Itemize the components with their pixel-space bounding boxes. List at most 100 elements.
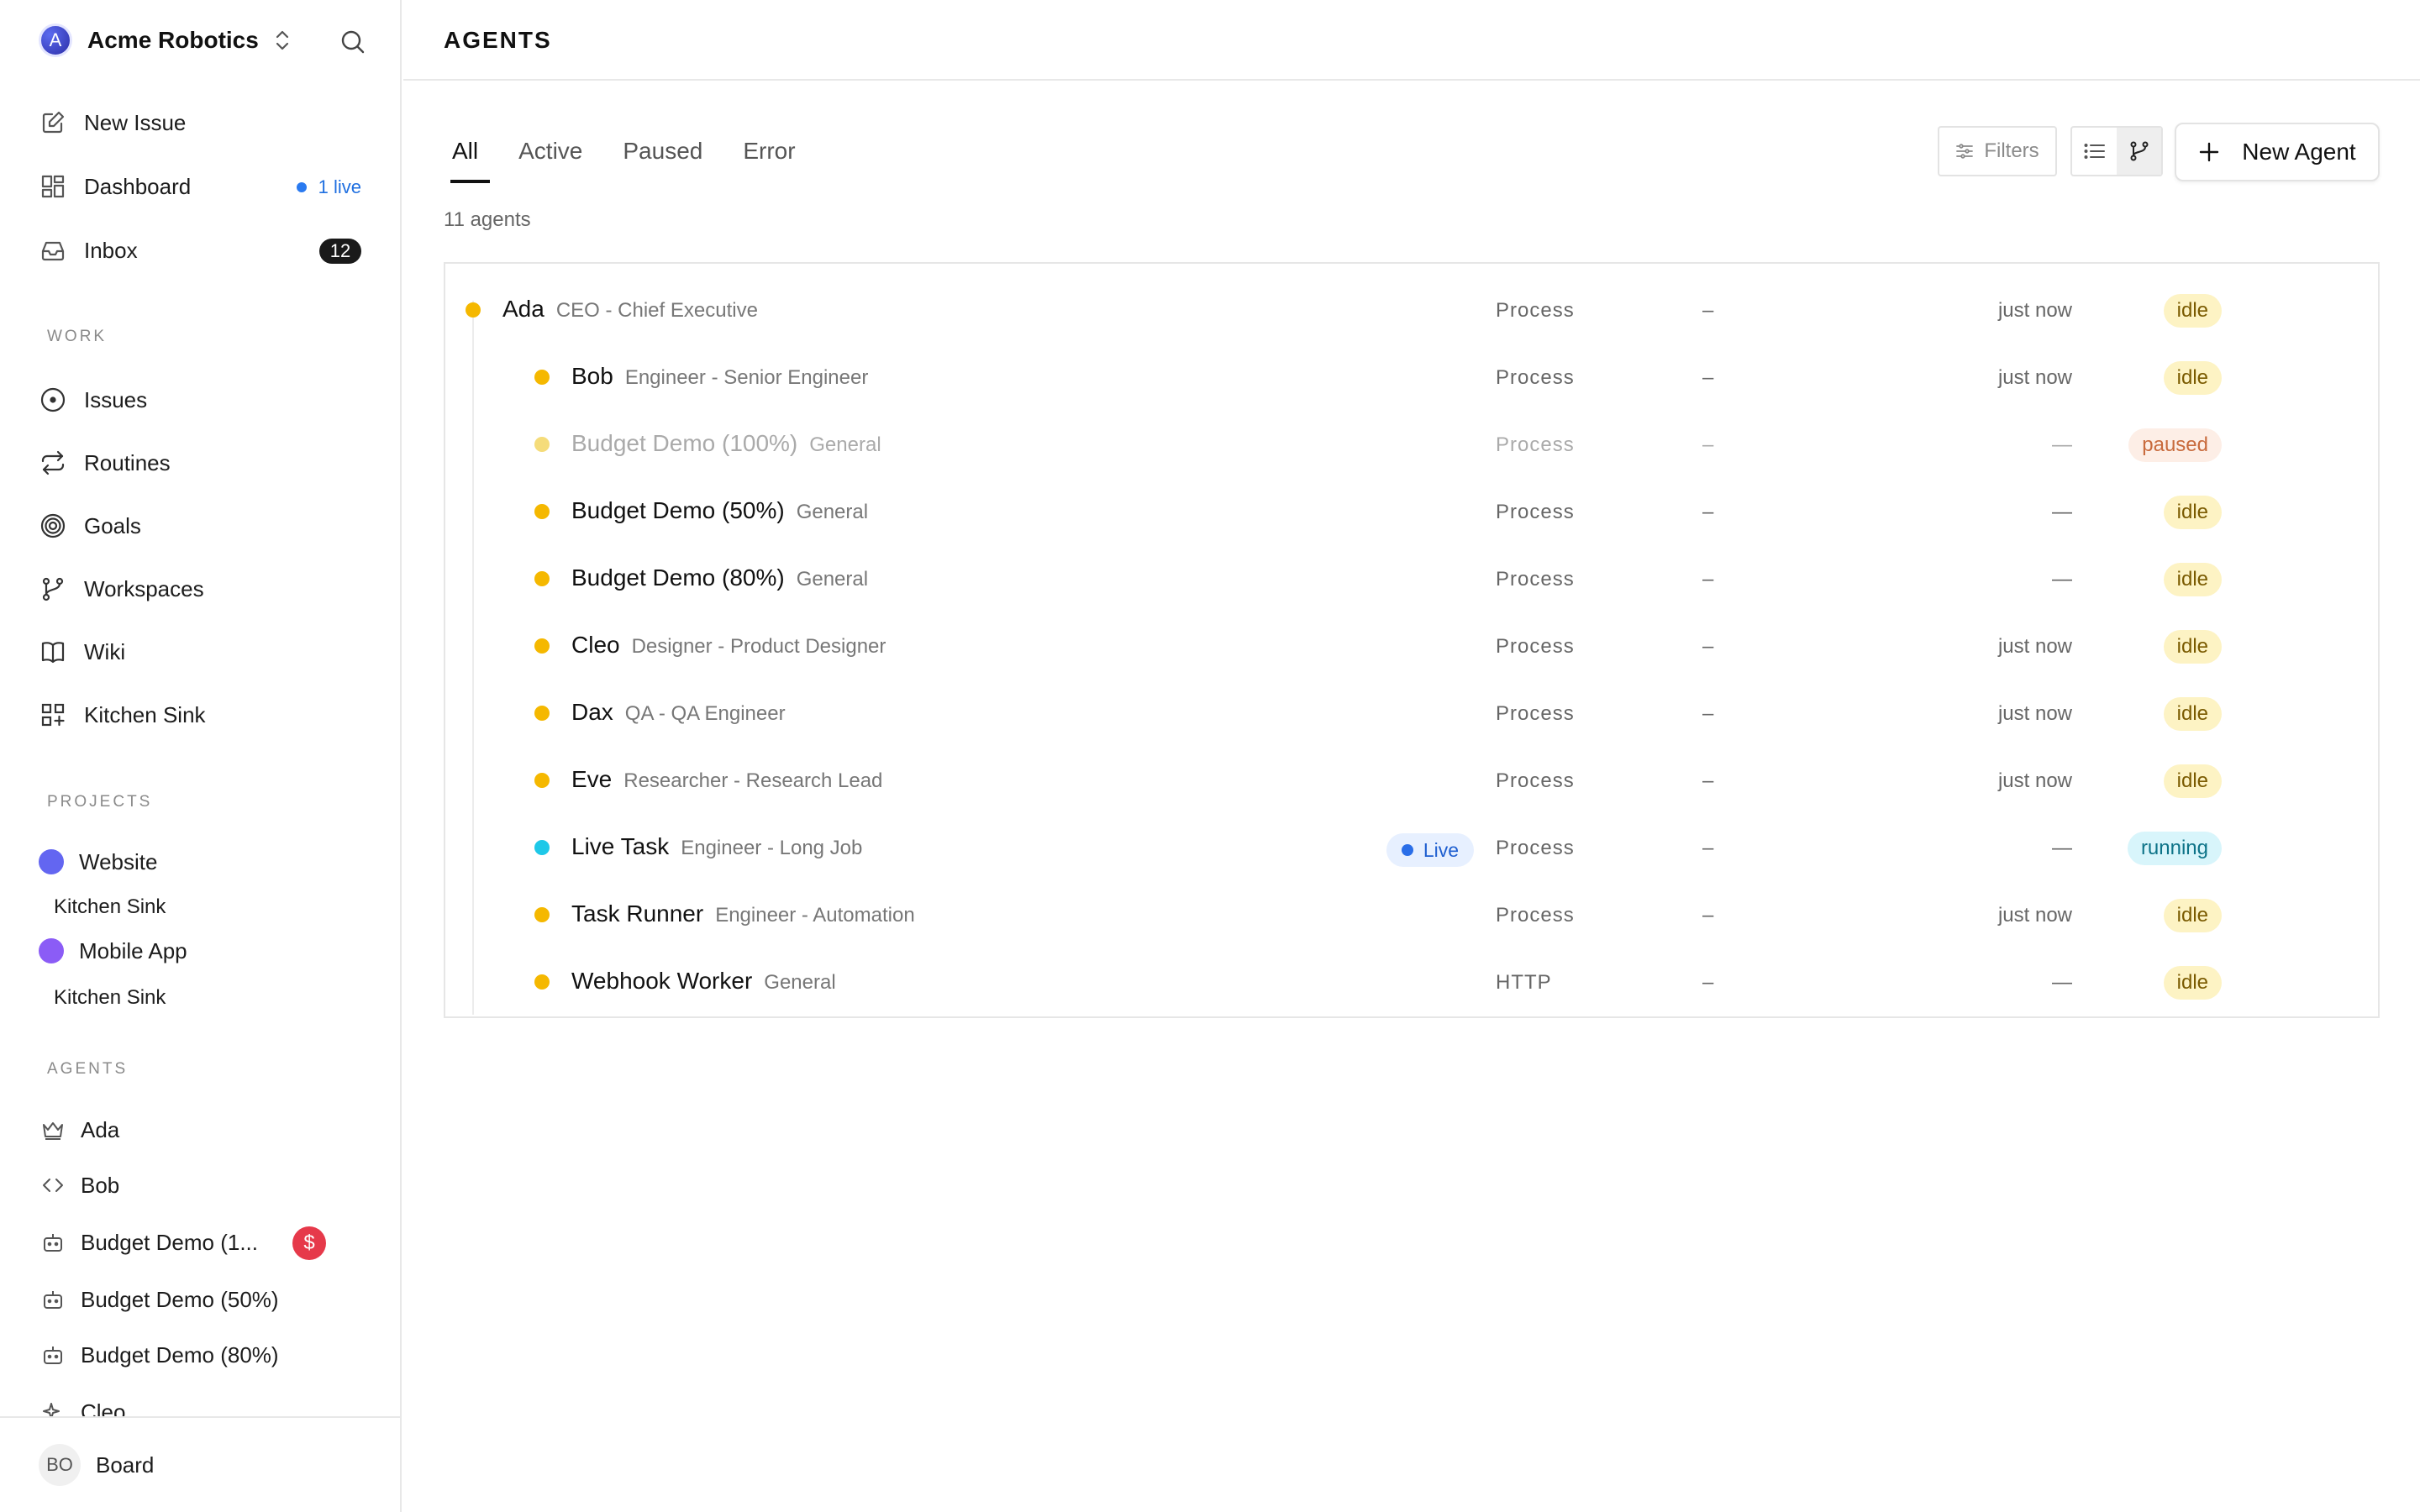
agent-name: Eve (571, 766, 613, 792)
project-sub-item[interactable]: Kitchen Sink (54, 895, 166, 919)
status-dot-icon (534, 571, 550, 586)
agent-name-cell[interactable]: Bob Engineer - Senior Engineer (571, 363, 868, 390)
user-menu[interactable]: BO Board (39, 1443, 154, 1487)
nav-issues[interactable]: Issues (39, 378, 375, 422)
nav-label: Ada (81, 1116, 120, 1142)
agent-name: Webhook Worker (571, 968, 753, 994)
nav-inbox[interactable]: Inbox 12 (39, 228, 375, 272)
agent-name: Dax (571, 699, 613, 725)
nav-dashboard[interactable]: Dashboard 1 live (39, 165, 375, 208)
git-branch-icon (2130, 141, 2148, 161)
nav-wiki[interactable]: Wiki (39, 630, 375, 674)
filters-button[interactable]: Filters (1938, 126, 2057, 176)
nav-label: Issues (84, 386, 148, 412)
org-name: Acme Robotics (87, 27, 259, 53)
nav-routines[interactable]: Routines (39, 441, 375, 485)
sidebar-agent-budget-demo-80[interactable]: Budget Demo (80%) (39, 1334, 375, 1376)
status-dot-icon (534, 437, 550, 452)
table-row[interactable]: Eve Researcher - Research Lead Process – jus… (445, 744, 2378, 811)
nav-label: Budget Demo (1... (81, 1229, 258, 1255)
agent-name-cell[interactable]: Budget Demo (50%) General (571, 497, 868, 524)
search-button[interactable] (336, 25, 370, 59)
nav-label: Budget Demo (80%) (81, 1341, 279, 1368)
nav-label: Bob (81, 1172, 120, 1198)
table-row[interactable]: Cleo Designer - Product Designer Process – j… (445, 610, 2378, 677)
sidebar-agent-budget-demo-100[interactable]: Budget Demo (1... $ (39, 1221, 375, 1263)
agent-name-cell[interactable]: Cleo Designer - Product Designer (571, 632, 886, 659)
tree-view-button[interactable] (2117, 128, 2161, 175)
agent-name-cell[interactable]: Ada CEO - Chief Executive (502, 296, 758, 323)
agent-name-cell[interactable]: Budget Demo (100%) General (571, 430, 881, 457)
live-label: Live (1423, 838, 1460, 861)
budget-value: – (1702, 433, 1714, 456)
budget-value: – (1702, 366, 1714, 389)
nav-label: Dashboard (84, 173, 192, 199)
agent-name-cell[interactable]: Webhook Worker General (571, 968, 836, 995)
agent-name: Ada (502, 296, 544, 322)
tab-all[interactable]: All (444, 126, 491, 183)
status-badge: idle (2163, 496, 2222, 529)
agent-name: Budget Demo (80%) (571, 564, 785, 591)
nav-workspaces[interactable]: Workspaces (39, 567, 375, 611)
table-row[interactable]: Dax QA - QA Engineer Process – just now idle (445, 677, 2378, 744)
sliders-icon (1956, 144, 1974, 159)
repeat-icon (39, 449, 67, 477)
nav-label: Goals (84, 512, 141, 538)
agent-role: General (796, 568, 869, 591)
new-agent-button[interactable]: New Agent (2175, 123, 2380, 181)
adapter-type: Process (1496, 635, 1575, 658)
last-active: just now (1997, 769, 2072, 792)
project-sub-item[interactable]: Kitchen Sink (54, 986, 166, 1010)
code-icon (39, 1171, 67, 1200)
table-row[interactable]: Budget Demo (50%) General Process – — idle (445, 475, 2378, 543)
dashboard-icon (39, 172, 67, 201)
table-row[interactable]: Budget Demo (100%) General Process – — paused (445, 408, 2378, 475)
org-switcher[interactable]: A Acme Robotics (39, 24, 292, 57)
agent-name-cell[interactable]: Dax QA - QA Engineer (571, 699, 786, 726)
status-dot-icon (534, 706, 550, 721)
table-row[interactable]: Task Runner Engineer - Automation Process –… (445, 879, 2378, 946)
filters-label: Filters (1984, 139, 2039, 162)
project-mobile-app[interactable]: Mobile App (39, 931, 187, 971)
sidebar-agent-budget-demo-50[interactable]: Budget Demo (50%) (39, 1278, 375, 1320)
nav-goals[interactable]: Goals (39, 504, 375, 548)
adapter-type: HTTP (1496, 971, 1552, 994)
agent-count: 11 agents (444, 208, 531, 231)
agent-name-cell[interactable]: Eve Researcher - Research Lead (571, 766, 882, 793)
adapter-type: Process (1496, 433, 1575, 456)
table-row[interactable]: Live Task Engineer - Long Job Live Process –… (445, 811, 2378, 879)
list-view-button[interactable] (2072, 128, 2117, 175)
table-row[interactable]: Webhook Worker General HTTP – — idle (445, 946, 2378, 1013)
adapter-type: Process (1496, 904, 1575, 927)
nav-kitchen-sink[interactable]: Kitchen Sink (39, 693, 375, 737)
budget-value: – (1702, 501, 1714, 523)
nav-label: Wiki (84, 638, 126, 664)
project-color-dot (39, 849, 64, 874)
grid-plus-icon (39, 701, 67, 729)
sidebar-agent-bob[interactable]: Bob (39, 1164, 375, 1206)
user-label: Board (96, 1452, 155, 1478)
tab-active[interactable]: Active (510, 126, 591, 183)
tab-paused[interactable]: Paused (614, 126, 711, 183)
agent-name-cell[interactable]: Budget Demo (80%) General (571, 564, 868, 591)
agent-name-cell[interactable]: Task Runner Engineer - Automation (571, 900, 915, 927)
agent-name: Budget Demo (100%) (571, 430, 798, 456)
edit-icon (39, 108, 67, 137)
sidebar-scroll-area[interactable]: A Acme Robotics New Issue Dashboard 1 li… (0, 0, 400, 1416)
status-badge: idle (2163, 361, 2222, 395)
last-active: just now (1997, 702, 2072, 725)
agent-role: General (764, 971, 836, 994)
nav-new-issue[interactable]: New Issue (39, 101, 375, 144)
status-dot-icon (534, 504, 550, 519)
sidebar-agent-ada[interactable]: Ada (39, 1109, 375, 1151)
circle-dot-icon (39, 386, 67, 414)
table-row[interactable]: Budget Demo (80%) General Process – — idle (445, 543, 2378, 610)
budget-value: – (1702, 299, 1714, 322)
agent-name-cell[interactable]: Live Task Engineer - Long Job (571, 833, 862, 860)
table-row[interactable]: Ada CEO - Chief Executive Process – just now… (445, 274, 2378, 341)
table-row[interactable]: Bob Engineer - Senior Engineer Process – jus… (445, 341, 2378, 408)
tab-error[interactable]: Error (734, 126, 803, 183)
project-label: Website (79, 848, 158, 874)
sidebar-agent-cleo[interactable]: Cleo (39, 1391, 375, 1416)
project-website[interactable]: Website (39, 842, 157, 882)
